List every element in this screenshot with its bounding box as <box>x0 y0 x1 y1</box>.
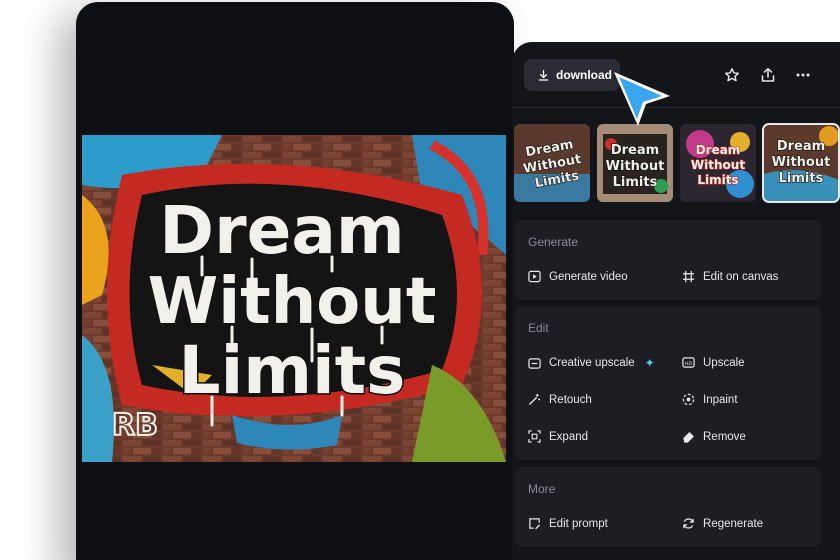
share-button[interactable] <box>757 64 779 86</box>
star-icon <box>725 68 739 82</box>
edit-prompt-button[interactable]: Edit prompt <box>528 517 608 530</box>
remove-button[interactable]: Remove <box>682 430 746 443</box>
svg-text:Dream: Dream <box>777 139 825 154</box>
generated-image[interactable]: Dream Without Limits RB <box>82 135 506 462</box>
svg-text:Limits: Limits <box>613 175 658 190</box>
thumbnail-4[interactable]: Dream Without Limits <box>762 123 840 203</box>
magic-wand-icon <box>529 393 541 405</box>
upscale-icon: HD <box>682 357 695 368</box>
thumbnail-3[interactable]: Dream Without Limits <box>680 124 756 202</box>
svg-text:Dream: Dream <box>696 143 741 157</box>
play-icon <box>528 270 541 283</box>
section-title-generate: Generate <box>528 235 579 249</box>
favorite-button[interactable] <box>721 64 743 86</box>
retouch-button[interactable]: Retouch <box>528 393 592 406</box>
edit-section: Edit Creative upscale ✦ HD Upscale Retou… <box>514 306 822 460</box>
svg-text:Limits: Limits <box>697 173 738 187</box>
svg-text:Dream: Dream <box>611 143 659 158</box>
svg-text:Without: Without <box>691 158 745 172</box>
graffiti-artwork: Dream Without Limits RB <box>82 135 506 462</box>
canvas-icon <box>682 270 695 283</box>
panel-toolbar: download <box>512 42 840 108</box>
image-viewer: Dream Without Limits RB <box>76 2 514 560</box>
download-button[interactable]: download <box>524 59 620 91</box>
svg-text:HD: HD <box>685 361 692 367</box>
edit-on-canvas-button[interactable]: Edit on canvas <box>682 270 778 283</box>
thumbnail-2[interactable]: Dream Without Limits <box>597 124 673 202</box>
graffiti-line-1: Dream <box>159 192 404 269</box>
graffiti-tag: RB <box>112 408 158 443</box>
variation-thumbnails: Dream Without Limits Dream Without Limit… <box>514 123 840 203</box>
inpaint-icon <box>682 393 695 406</box>
svg-text:Without: Without <box>772 155 831 170</box>
inpaint-button[interactable]: Inpaint <box>682 393 738 406</box>
section-title-more: More <box>528 482 556 496</box>
section-title-edit: Edit <box>528 321 549 335</box>
creative-upscale-icon <box>528 357 541 369</box>
share-icon <box>761 68 775 82</box>
expand-button[interactable]: Expand <box>528 430 588 443</box>
sparkle-icon: ✦ <box>644 356 655 370</box>
thumbnail-1[interactable]: Dream Without Limits <box>514 124 590 202</box>
graffiti-line-2: Without <box>148 265 437 339</box>
generate-video-button[interactable]: Generate video <box>528 270 628 283</box>
svg-text:Without: Without <box>606 159 665 174</box>
download-icon <box>538 69 549 81</box>
creative-upscale-button[interactable]: Creative upscale ✦ <box>528 356 655 370</box>
upscale-button[interactable]: HD Upscale <box>682 356 745 369</box>
regenerate-button[interactable]: Regenerate <box>682 517 763 530</box>
generate-section: Generate Generate video Edit on canvas <box>514 220 822 300</box>
more-icon <box>796 73 810 77</box>
pointer-cursor-icon <box>614 72 670 126</box>
download-label: download <box>556 68 612 82</box>
eraser-icon <box>683 431 694 443</box>
svg-text:Limits: Limits <box>779 171 824 186</box>
expand-icon <box>528 430 541 443</box>
edit-prompt-icon <box>529 518 541 530</box>
edit-panel: download Dream Without Limits Dream With… <box>512 42 840 560</box>
regenerate-icon <box>683 518 694 529</box>
more-section: More Edit prompt Regenerate <box>514 467 822 547</box>
more-options-button[interactable] <box>792 64 814 86</box>
